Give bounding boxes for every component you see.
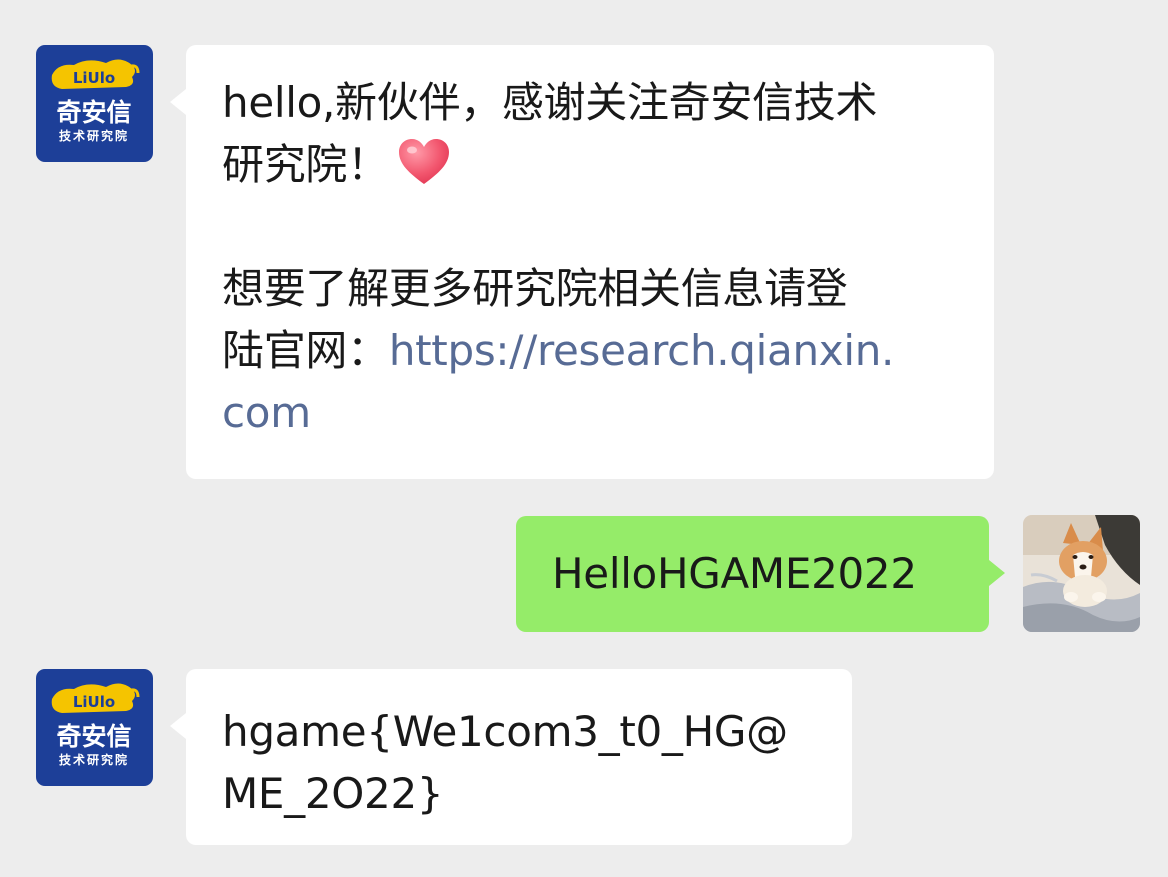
message-text: 研究院！	[222, 140, 389, 189]
svg-text:技术研究院: 技术研究院	[59, 752, 129, 767]
message-bubble-welcome[interactable]: hello,新伙伴，感谢关注奇安信技术 研究院！ 想要了解更多研究院相关信息请登…	[170, 45, 994, 479]
message-text: 想要了解更多研究院相关信息请登	[222, 264, 848, 313]
qianxin-avatar[interactable]: LiUlo 奇安信 技术研究院	[36, 669, 153, 786]
qianxin-logo-icon: LiUlo 奇安信 技术研究院	[36, 669, 153, 786]
qianxin-avatar[interactable]: LiUlo 奇安信 技术研究院	[36, 45, 153, 162]
heart-emoji-icon	[397, 137, 451, 187]
svg-text:LiUlo: LiUlo	[73, 69, 115, 87]
user-avatar[interactable]	[1023, 515, 1140, 632]
message-text: HelloHGAME2022	[552, 549, 917, 598]
message-text: ME_2O22}	[222, 769, 444, 818]
svg-text:奇安信: 奇安信	[56, 722, 131, 751]
message-text: 陆官网：	[222, 326, 389, 375]
corgi-puppy-avatar-icon	[1023, 515, 1140, 632]
qianxin-logo-icon: LiUlo 奇安信 技术研究院	[36, 45, 153, 162]
message-bubble-flag[interactable]: hgame{We1com3_t0_HG@ ME_2O22}	[170, 669, 852, 845]
svg-text:技术研究院: 技术研究院	[59, 128, 129, 143]
svg-text:奇安信: 奇安信	[56, 98, 131, 127]
message-text: hgame{We1com3_t0_HG@	[222, 707, 788, 756]
svg-text:LiUlo: LiUlo	[73, 693, 115, 711]
website-link-continued[interactable]: com	[222, 382, 958, 444]
message-text: hello,新伙伴，感谢关注奇安信技术	[222, 78, 878, 127]
message-bubble-outgoing[interactable]: HelloHGAME2022	[516, 516, 1005, 632]
website-link[interactable]: https://research.qianxin.	[389, 326, 895, 375]
